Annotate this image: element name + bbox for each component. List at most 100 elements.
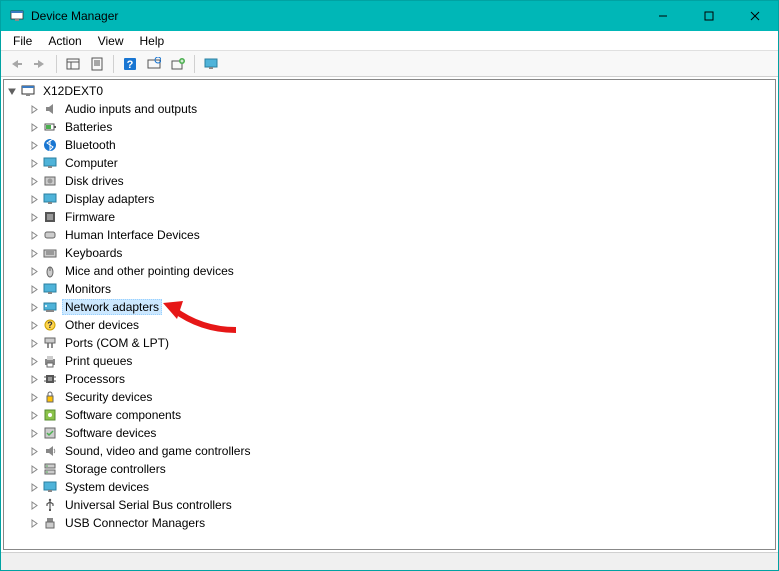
hid-icon	[42, 227, 58, 243]
tree-item-system[interactable]: System devices	[4, 478, 775, 496]
tree-item-keyboard[interactable]: Keyboards	[4, 244, 775, 262]
minimize-button[interactable]	[640, 1, 686, 31]
tree-item-security[interactable]: Security devices	[4, 388, 775, 406]
toolbar: ?	[1, 51, 778, 77]
expand-icon[interactable]	[28, 391, 40, 403]
add-hardware-button[interactable]	[167, 53, 189, 75]
tree-item-swcomp[interactable]: Software components	[4, 406, 775, 424]
statusbar	[1, 552, 778, 570]
audio-icon	[42, 101, 58, 117]
tree-item-usbconn[interactable]: USB Connector Managers	[4, 514, 775, 532]
tree-item-label: Processors	[62, 371, 128, 387]
tree-item-bluetooth[interactable]: Bluetooth	[4, 136, 775, 154]
help-button[interactable]: ?	[119, 53, 141, 75]
tree-item-label: Disk drives	[62, 173, 127, 189]
svg-text:?: ?	[47, 320, 53, 330]
expand-icon[interactable]	[28, 409, 40, 421]
expand-icon[interactable]	[28, 121, 40, 133]
tree-item-label: Monitors	[62, 281, 114, 297]
close-button[interactable]	[732, 1, 778, 31]
expand-icon[interactable]	[28, 337, 40, 349]
expand-icon[interactable]	[28, 355, 40, 367]
expand-icon[interactable]	[28, 175, 40, 187]
storage-icon	[42, 461, 58, 477]
expand-icon[interactable]	[28, 463, 40, 475]
tree-item-label: Software devices	[62, 425, 159, 441]
tree-root[interactable]: X12DEXT0	[4, 82, 775, 100]
expand-icon[interactable]	[28, 139, 40, 151]
tree-item-hid[interactable]: Human Interface Devices	[4, 226, 775, 244]
tree-item-label: Software components	[62, 407, 184, 423]
scan-hardware-button[interactable]	[143, 53, 165, 75]
firmware-icon	[42, 209, 58, 225]
tree-item-network[interactable]: Network adapters	[4, 298, 775, 316]
tree-item-label: Security devices	[62, 389, 155, 405]
tree-item-disk[interactable]: Disk drives	[4, 172, 775, 190]
tree-item-label: Batteries	[62, 119, 115, 135]
tree-item-computer[interactable]: Computer	[4, 154, 775, 172]
tree-item-port[interactable]: Ports (COM & LPT)	[4, 334, 775, 352]
expand-icon[interactable]	[28, 229, 40, 241]
collapse-icon[interactable]	[6, 85, 18, 97]
expand-icon[interactable]	[28, 319, 40, 331]
security-icon	[42, 389, 58, 405]
expand-icon[interactable]	[28, 517, 40, 529]
tree-item-mouse[interactable]: Mice and other pointing devices	[4, 262, 775, 280]
expand-icon[interactable]	[28, 265, 40, 277]
tree-item-label: Network adapters	[62, 299, 162, 315]
expand-icon[interactable]	[28, 301, 40, 313]
tree-root-label: X12DEXT0	[40, 83, 106, 99]
expand-icon[interactable]	[28, 211, 40, 223]
app-icon	[9, 8, 25, 24]
forward-button[interactable]	[29, 53, 51, 75]
tree-item-sound[interactable]: Sound, video and game controllers	[4, 442, 775, 460]
menu-help[interactable]: Help	[132, 32, 173, 50]
tree-item-display[interactable]: Display adapters	[4, 190, 775, 208]
tree-item-cpu[interactable]: Processors	[4, 370, 775, 388]
tree-item-usb[interactable]: Universal Serial Bus controllers	[4, 496, 775, 514]
tree-item-label: USB Connector Managers	[62, 515, 208, 531]
toolbar-separator	[194, 55, 195, 73]
system-icon	[42, 479, 58, 495]
expand-icon[interactable]	[28, 445, 40, 457]
expand-icon[interactable]	[28, 373, 40, 385]
usbconn-icon	[42, 515, 58, 531]
tree-item-firmware[interactable]: Firmware	[4, 208, 775, 226]
mouse-icon	[42, 263, 58, 279]
tree-item-battery[interactable]: Batteries	[4, 118, 775, 136]
tree-item-swdev[interactable]: Software devices	[4, 424, 775, 442]
disk-icon	[42, 173, 58, 189]
menu-action[interactable]: Action	[40, 32, 89, 50]
tree-item-monitor[interactable]: Monitors	[4, 280, 775, 298]
expand-icon[interactable]	[28, 427, 40, 439]
expand-icon[interactable]	[28, 499, 40, 511]
maximize-button[interactable]	[686, 1, 732, 31]
tree-item-label: Human Interface Devices	[62, 227, 203, 243]
tree-item-storage[interactable]: Storage controllers	[4, 460, 775, 478]
expand-icon[interactable]	[28, 247, 40, 259]
tree-item-other[interactable]: ?Other devices	[4, 316, 775, 334]
keyboard-icon	[42, 245, 58, 261]
port-icon	[42, 335, 58, 351]
remote-button[interactable]	[200, 53, 222, 75]
computer-root-icon	[20, 83, 36, 99]
back-button[interactable]	[5, 53, 27, 75]
properties-button[interactable]	[86, 53, 108, 75]
expand-icon[interactable]	[28, 157, 40, 169]
menu-file[interactable]: File	[5, 32, 40, 50]
titlebar: Device Manager	[1, 1, 778, 31]
expand-icon[interactable]	[28, 481, 40, 493]
device-tree[interactable]: X12DEXT0 Audio inputs and outputsBatteri…	[3, 79, 776, 550]
tree-item-label: Computer	[62, 155, 121, 171]
cpu-icon	[42, 371, 58, 387]
tree-item-printer[interactable]: Print queues	[4, 352, 775, 370]
expand-icon[interactable]	[28, 283, 40, 295]
tree-item-audio[interactable]: Audio inputs and outputs	[4, 100, 775, 118]
tree-item-label: Sound, video and game controllers	[62, 443, 253, 459]
expand-icon[interactable]	[28, 103, 40, 115]
expand-icon[interactable]	[28, 193, 40, 205]
show-hide-console-button[interactable]	[62, 53, 84, 75]
swcomp-icon	[42, 407, 58, 423]
menu-view[interactable]: View	[90, 32, 132, 50]
toolbar-separator	[56, 55, 57, 73]
